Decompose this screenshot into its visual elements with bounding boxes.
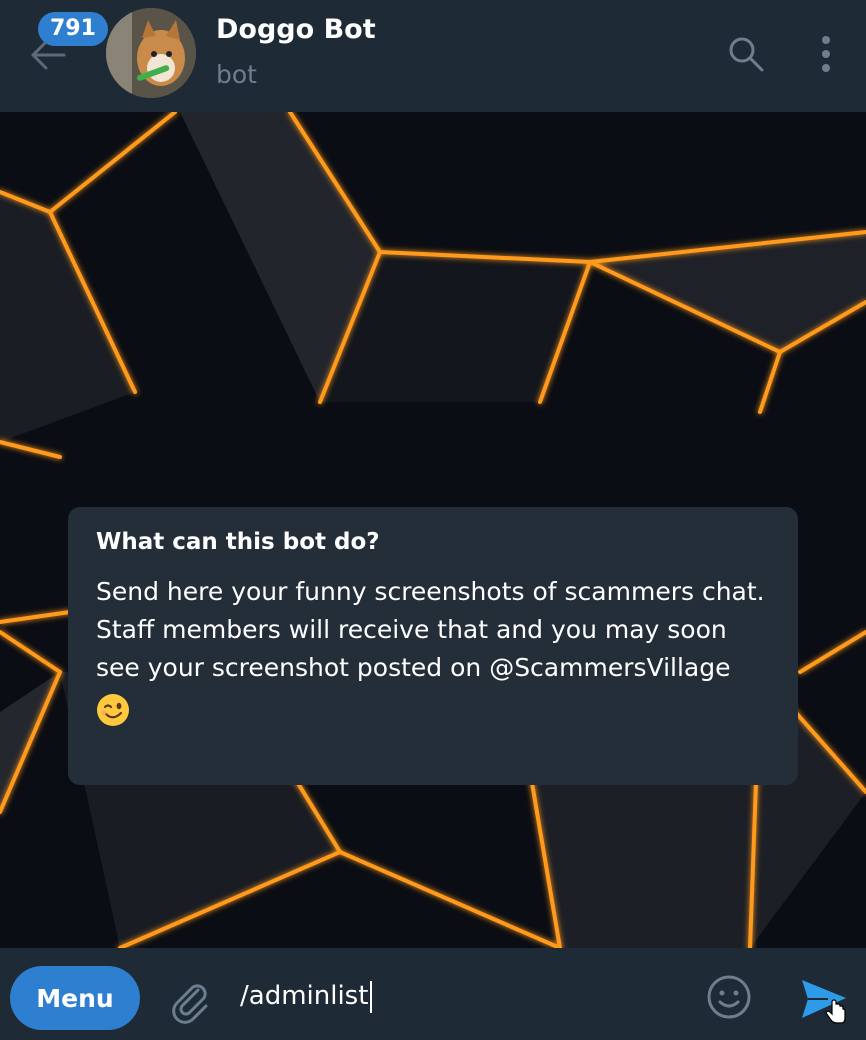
chat-title[interactable]: Doggo Bot [216,14,376,45]
paperclip-icon[interactable] [166,976,214,1024]
emoji-icon[interactable] [704,972,754,1022]
unread-badge: 791 [38,12,108,46]
bot-info-title: What can this bot do? [96,529,380,555]
text-caret [370,980,373,1013]
avatar[interactable] [106,8,196,98]
bot-info-card: What can this bot do? Send here your fun… [68,507,798,785]
bot-info-description: Send here your funny screenshots of scam… [96,577,765,682]
message-input-text: /adminlist [240,981,369,1011]
winking-face-icon [96,693,130,727]
more-vertical-icon[interactable] [812,34,840,74]
send-icon[interactable] [798,974,850,1024]
composer-bar: Menu /adminlist [0,948,866,1040]
chat-area: What can this bot do? Send here your fun… [0,112,866,948]
chat-header: 791 Doggo Bot bot [0,0,866,112]
message-input[interactable]: /adminlist [240,976,680,1016]
chat-subtitle: bot [216,60,257,89]
menu-button[interactable]: Menu [10,966,140,1030]
search-icon[interactable] [726,34,766,74]
